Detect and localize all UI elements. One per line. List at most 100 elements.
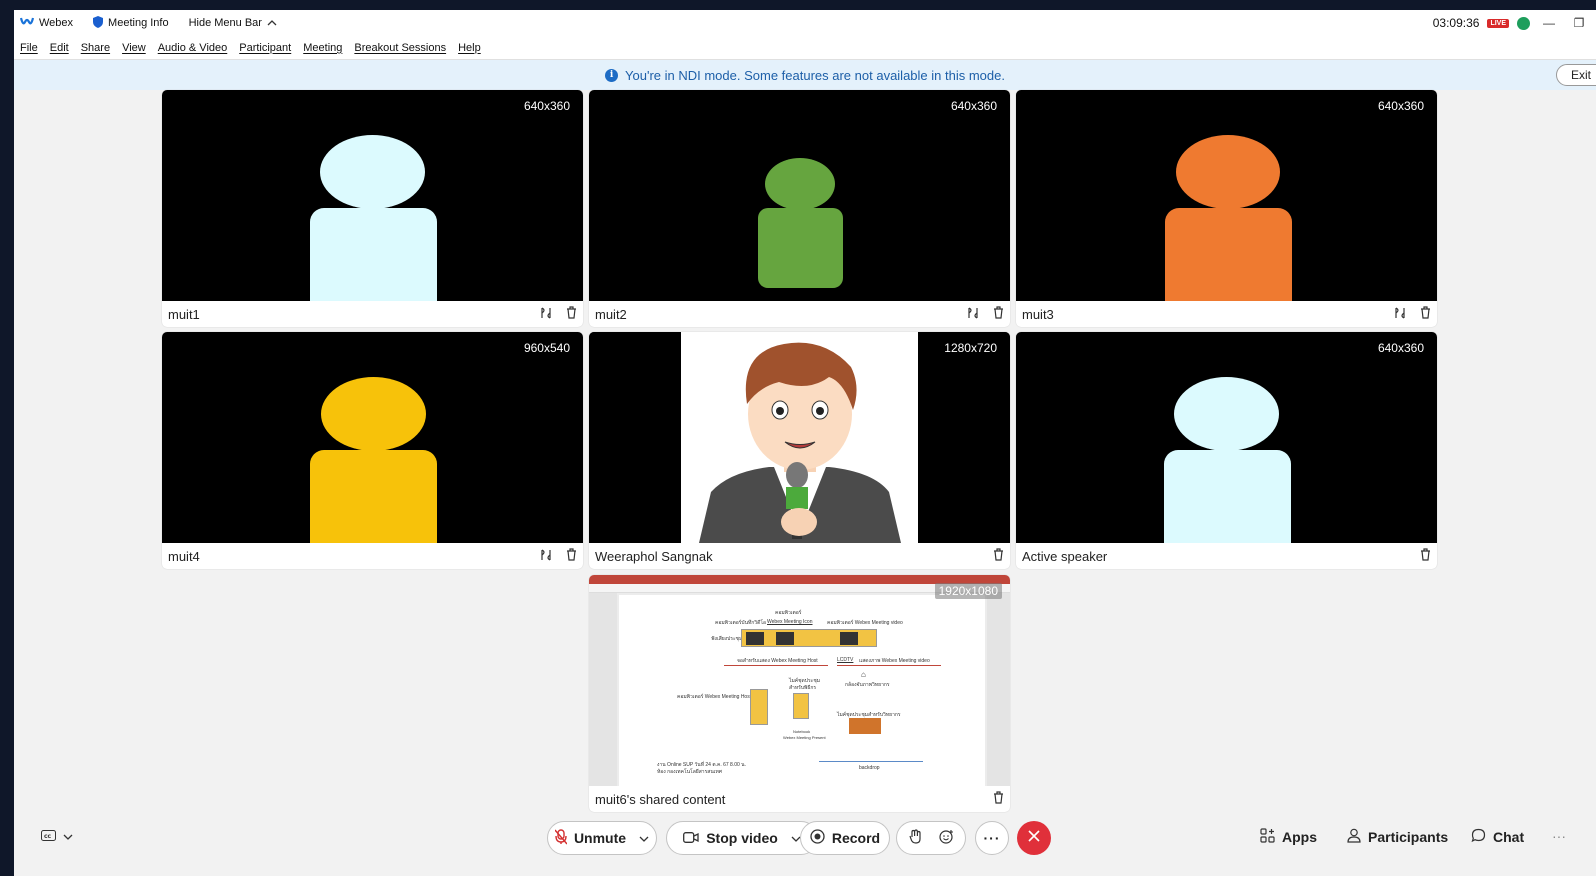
- pin-icon[interactable]: [540, 548, 552, 565]
- menu-bar: File Edit Share View Audio & Video Parti…: [14, 36, 1596, 60]
- shared-content-tile[interactable]: คอมพิวเตอร์ คอมพิวเตอร์บันทึกวิดีโอ Webe…: [589, 575, 1010, 812]
- slide-text: Notebook: [793, 729, 811, 734]
- meeting-info-button[interactable]: Meeting Info: [93, 15, 169, 31]
- slide-thumbnails: [589, 593, 617, 786]
- connection-signal-icon[interactable]: [1517, 16, 1530, 30]
- video-tile[interactable]: 640x360 muit2: [589, 90, 1010, 327]
- resolution-label: 640x360: [1377, 341, 1424, 355]
- slide-text: คอมพิวเตอร์ Webex Meeting video: [827, 620, 903, 626]
- video-tile[interactable]: 640x360 muit1: [162, 90, 583, 327]
- exit-label: Exit: [1570, 68, 1591, 82]
- avatar-body: [310, 208, 437, 301]
- slide-line: [724, 665, 828, 666]
- video-feed: 640x360: [1016, 332, 1437, 543]
- menu-share[interactable]: Share: [81, 42, 110, 54]
- resolution-label: 640x360: [523, 99, 570, 113]
- pin-icon[interactable]: [540, 306, 552, 323]
- shared-content-feed: คอมพิวเตอร์ คอมพิวเตอร์บันทึกวิดีโอ Webe…: [589, 575, 1010, 786]
- slide-text: กล้องจับภาพวิทยากร: [845, 682, 890, 688]
- slide-text: สำหรับพิธีกร: [789, 685, 817, 691]
- speaker-video-image: [589, 332, 1010, 543]
- slide-text: ฟังเสียงประชุม: [711, 636, 743, 642]
- menu-file[interactable]: File: [20, 42, 38, 54]
- menu-view[interactable]: View: [122, 42, 146, 54]
- slide-text: คอมพิวเตอร์: [775, 610, 802, 616]
- slide-text: จอสำหรับแสดง Webex Meeting Host: [737, 658, 818, 664]
- info-icon: i: [605, 68, 619, 82]
- chat-button[interactable]: Chat: [1471, 828, 1524, 846]
- meeting-info-label: Meeting Info: [108, 17, 169, 29]
- menu-breakout-sessions[interactable]: Breakout Sessions: [354, 42, 446, 54]
- meeting-controls: cc Unmute Stop video Record ··· Apps Par…: [14, 820, 1596, 860]
- video-tile[interactable]: 640x360 muit3: [1016, 90, 1437, 327]
- avatar-head: [320, 135, 425, 209]
- slide-line: [837, 665, 941, 666]
- title-bar: Webex Meeting Info Hide Menu Bar 03:09:3…: [14, 10, 1596, 36]
- slide-text: backdrop: [859, 765, 880, 771]
- participants-button[interactable]: Participants: [1347, 828, 1448, 846]
- video-tile[interactable]: 1280x720 Weeraphol Sangnak: [589, 332, 1010, 569]
- svg-text:cc: cc: [44, 833, 52, 840]
- ndi-mode-banner: i You're in NDI mode. Some features are …: [14, 60, 1596, 90]
- trash-icon[interactable]: [1420, 306, 1431, 322]
- video-tile[interactable]: 640x360 Active speaker: [1016, 332, 1437, 569]
- menu-participant[interactable]: Participant: [239, 42, 291, 54]
- menu-edit[interactable]: Edit: [50, 42, 69, 54]
- slide-device: [793, 693, 809, 719]
- record-button[interactable]: Record: [800, 821, 890, 855]
- participant-name: muit4: [168, 548, 200, 564]
- chevron-down-icon: [63, 828, 73, 844]
- titlebar-right: 03:09:36 LIVE — ❐: [1433, 16, 1590, 30]
- record-icon: [810, 829, 825, 847]
- slide-line: [819, 761, 923, 762]
- video-feed: 640x360: [1016, 90, 1437, 301]
- hand-icon[interactable]: [908, 829, 921, 847]
- resolution-label: 1280x720: [944, 341, 997, 355]
- emoji-icon[interactable]: [938, 829, 954, 847]
- unmute-button[interactable]: Unmute: [547, 821, 657, 855]
- overflow-menu[interactable]: ···: [1552, 828, 1566, 844]
- chevron-down-icon: [639, 830, 649, 846]
- trash-icon[interactable]: [566, 548, 577, 564]
- slide-text: ห้อง กองเทคโนโลยีสารสนเทศ: [657, 769, 722, 775]
- video-feed: 640x360: [589, 90, 1010, 301]
- webex-window: Webex Meeting Info Hide Menu Bar 03:09:3…: [14, 10, 1596, 876]
- more-button[interactable]: ···: [975, 821, 1009, 855]
- slide-text: Webex Meeting Icon: [767, 619, 813, 625]
- pin-icon[interactable]: [967, 306, 979, 323]
- menu-audio-video[interactable]: Audio & Video: [158, 42, 228, 54]
- resolution-label: 640x360: [1377, 99, 1424, 113]
- webex-logo-icon: [19, 17, 35, 30]
- slide-device: [849, 718, 881, 734]
- person-icon: [1347, 828, 1361, 846]
- mic-off-icon: [554, 828, 568, 848]
- trash-icon[interactable]: [993, 791, 1004, 807]
- participant-name: muit2: [595, 306, 627, 322]
- stop-video-button[interactable]: Stop video: [666, 821, 818, 855]
- tile-footer: Weeraphol Sangnak: [589, 543, 1010, 569]
- app-name: Webex: [39, 17, 74, 29]
- end-call-button[interactable]: [1017, 821, 1051, 855]
- avatar-body: [1164, 450, 1291, 543]
- participant-name: Active speaker: [1022, 548, 1108, 564]
- hide-menu-bar-button[interactable]: Hide Menu Bar: [189, 17, 277, 29]
- trash-icon[interactable]: [993, 548, 1004, 564]
- video-tile[interactable]: 960x540 muit4: [162, 332, 583, 569]
- minimize-icon[interactable]: —: [1538, 16, 1560, 30]
- menu-meeting[interactable]: Meeting: [303, 42, 342, 54]
- restore-icon[interactable]: ❐: [1568, 16, 1590, 30]
- slide-text: แสดงภาพ Webex Meeting video: [859, 658, 930, 664]
- trash-icon[interactable]: [1420, 548, 1431, 564]
- resolution-label: 960x540: [523, 341, 570, 355]
- captions-button[interactable]: cc: [41, 828, 73, 844]
- tile-footer: muit4: [162, 543, 583, 569]
- pin-icon[interactable]: [1394, 306, 1406, 323]
- trash-icon[interactable]: [993, 306, 1004, 322]
- shield-icon: [93, 15, 104, 31]
- menu-help[interactable]: Help: [458, 42, 481, 54]
- unmute-label: Unmute: [573, 830, 627, 846]
- more-icon: ···: [1552, 828, 1566, 844]
- apps-button[interactable]: Apps: [1260, 828, 1317, 846]
- trash-icon[interactable]: [566, 306, 577, 322]
- exit-ndi-button[interactable]: Exit: [1555, 64, 1596, 86]
